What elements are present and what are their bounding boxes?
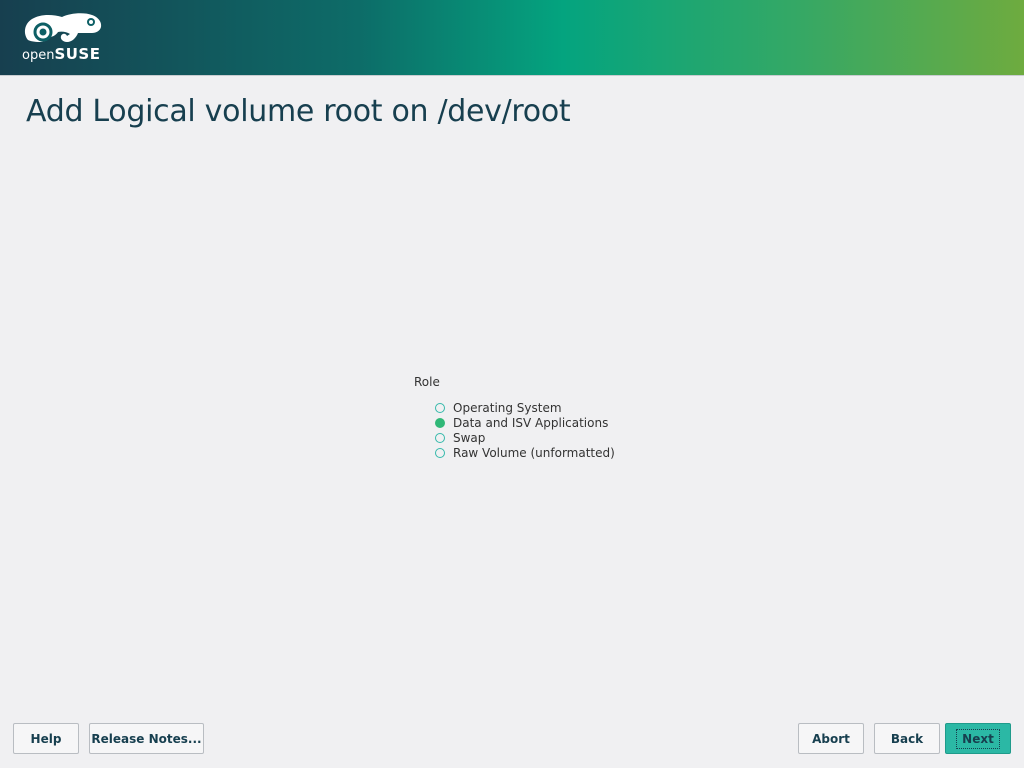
page-title: Add Logical volume root on /dev/root [26, 94, 571, 129]
radio-button-icon [435, 402, 445, 413]
next-button[interactable]: Next [945, 723, 1011, 754]
role-group: Role Operating System Data and ISV Appli… [414, 375, 654, 460]
radio-button-selected-icon [435, 417, 445, 428]
radio-swap[interactable]: Swap [435, 430, 654, 445]
role-label: Role [414, 375, 440, 389]
help-button[interactable]: Help [13, 723, 79, 754]
chameleon-icon [24, 13, 102, 42]
abort-button[interactable]: Abort [798, 723, 864, 754]
radio-label: Raw Volume (unformatted) [453, 445, 615, 460]
logo-suse-text: SUSE [54, 45, 101, 63]
radio-label: Data and ISV Applications [453, 415, 609, 430]
radio-raw-volume[interactable]: Raw Volume (unformatted) [435, 445, 654, 460]
role-options: Operating System Data and ISV Applicatio… [414, 400, 654, 460]
radio-operating-system[interactable]: Operating System [435, 400, 654, 415]
release-notes-button[interactable]: Release Notes... [89, 723, 204, 754]
radio-button-icon [435, 432, 445, 443]
radio-data-isv-applications[interactable]: Data and ISV Applications [435, 415, 654, 430]
radio-label: Operating System [453, 400, 562, 415]
next-button-label: Next [956, 728, 1000, 749]
back-button[interactable]: Back [874, 723, 940, 754]
header-banner: openSUSE [0, 0, 1024, 76]
logo-open-text: open [22, 48, 55, 63]
logo-wordmark: openSUSE [22, 45, 101, 65]
radio-button-icon [435, 447, 445, 458]
radio-label: Swap [453, 430, 486, 445]
opensuse-logo: openSUSE [22, 12, 112, 64]
